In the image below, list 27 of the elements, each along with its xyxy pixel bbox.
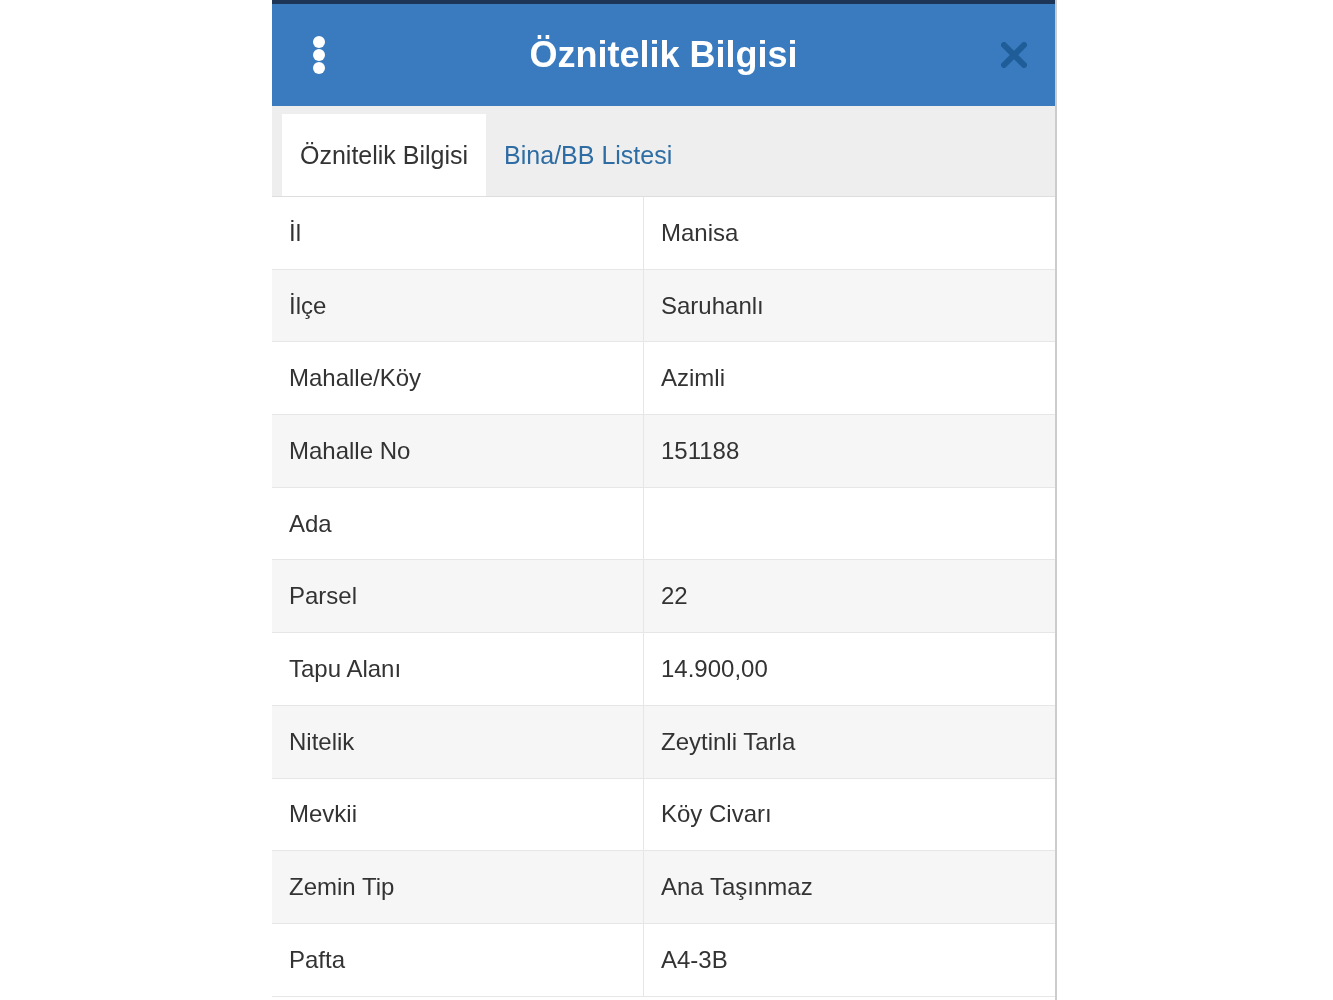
table-cell-text: Mahalle No (288, 435, 412, 466)
table-cell-text: Tapu Alanı (288, 653, 403, 684)
tab[interactable]: Öznitelik Bilgisi (282, 114, 487, 196)
table-cell-text: Zemin Tip (288, 872, 396, 903)
table-cell-text: Pafta (288, 944, 347, 975)
table-cell: 14.900,00 (643, 633, 1055, 705)
table-cell-text: İl (288, 217, 302, 248)
table-cell: Azimli (643, 342, 1055, 415)
table-cell: Zeytinli Tarla (643, 705, 1055, 778)
menu-icon (312, 35, 326, 75)
window-title: Öznitelik Bilgisi (528, 34, 799, 76)
table-cell: Köy Civarı (643, 778, 1055, 851)
table-cell: 22 (643, 560, 1055, 633)
table-cell-text: Nitelik (288, 726, 356, 757)
table-cell: Ana Taşınmaz (643, 851, 1055, 923)
close-icon (1001, 42, 1027, 68)
table-cell-text: Parsel (288, 581, 359, 612)
table-cell: 151188 (643, 415, 1055, 487)
menu-button[interactable] (312, 35, 326, 75)
table-cell-text: Ada (288, 508, 333, 539)
tab[interactable]: Bina/BB Listesi (486, 114, 691, 196)
table-cell-text: Mahalle/Köy (288, 363, 423, 394)
table-cell-text: İlçe (288, 290, 328, 321)
table-cell: A4-3B (643, 923, 1055, 996)
table-cell: Manisa (643, 197, 1055, 269)
table-cell-text: Mevkii (288, 799, 358, 830)
table-cell: Saruhanlı (643, 269, 1055, 342)
